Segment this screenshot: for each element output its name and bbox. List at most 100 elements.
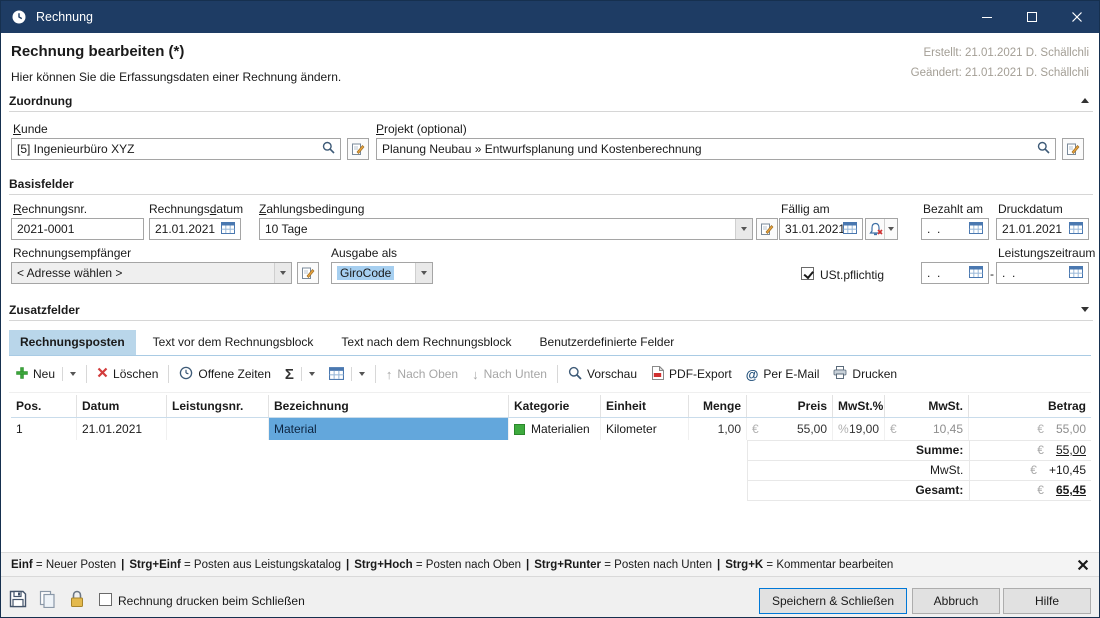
items-toolbar: Neu Löschen Offene Zeiten Σ ↑ Nach Oben (9, 357, 1091, 391)
cell-betrag[interactable]: € 55,00 (969, 418, 1091, 440)
drucken-button[interactable]: Drucken (826, 361, 904, 387)
tab-rechnungsposten[interactable]: Rechnungsposten (9, 330, 136, 355)
projekt-edit-button[interactable] (1062, 138, 1084, 160)
col-header-mwst[interactable]: MwSt. (885, 395, 969, 417)
ausgabe-als-dropdown-icon[interactable] (415, 263, 432, 283)
rechnungsnr-input[interactable]: 2021-0001 (11, 218, 144, 240)
faellig-am-label: Fällig am (781, 202, 830, 216)
preview-icon (568, 366, 582, 383)
cell-mwst[interactable]: € 10,45 (885, 418, 969, 440)
kunde-input[interactable]: [5] Ingenieurbüro XYZ (11, 138, 341, 160)
vorschau-button[interactable]: Vorschau (561, 361, 644, 387)
pdf-export-button[interactable]: PDF-Export (644, 361, 739, 387)
erinnerung-dropdown-icon[interactable] (884, 219, 897, 239)
druckdatum-calendar-icon[interactable] (1069, 221, 1083, 237)
cell-mwst-pct[interactable]: % 19,00 (833, 418, 885, 440)
page-title: Rechnung bearbeiten (*) (11, 43, 184, 60)
ausgabe-als-select[interactable]: GiroCode (331, 262, 433, 284)
faellig-am-calendar-icon[interactable] (843, 221, 857, 237)
section-title-zuordnung: Zuordnung (9, 94, 72, 108)
col-header-mwst-pct[interactable]: MwSt.% (833, 395, 885, 417)
help-button[interactable]: Hilfe (1003, 588, 1091, 614)
cell-bezeichnung-selected[interactable]: Material (269, 418, 509, 440)
leistungszeitraum-bis-calendar-icon[interactable] (1069, 265, 1083, 281)
kalender-dropdown-icon[interactable] (359, 372, 365, 376)
gesamt-label: Gesamt: (748, 481, 969, 500)
tab-text-nach-rechnungsblock[interactable]: Text nach dem Rechnungsblock (330, 330, 522, 355)
statusbar-close-icon[interactable] (1077, 559, 1089, 571)
collapse-zuordnung-icon[interactable] (1081, 98, 1089, 103)
per-email-button[interactable]: @ Per E-Mail (739, 361, 827, 387)
titlebar: Rechnung (1, 1, 1099, 33)
at-icon: @ (746, 367, 759, 382)
col-header-menge[interactable]: Menge (689, 395, 747, 417)
ust-pflichtig-checkbox[interactable] (801, 267, 814, 280)
tab-underline (9, 355, 1091, 356)
col-header-leistungsnr[interactable]: Leistungsnr. (167, 395, 269, 417)
offene-zeiten-button[interactable]: Offene Zeiten (172, 361, 278, 387)
faellig-am-input[interactable]: 31.01.2021 (779, 218, 863, 240)
cell-menge[interactable]: 1,00 (689, 418, 747, 440)
zahlungsbedingung-edit-button[interactable] (756, 218, 778, 240)
rechnungsdatum-label: Rechnungsdatum (149, 202, 243, 216)
neu-button[interactable]: Neu (9, 361, 83, 387)
projekt-search-icon[interactable] (1037, 141, 1050, 157)
rechnungsdatum-input[interactable]: 21.01.2021 (149, 218, 241, 240)
shortcut-hint: Strg+Einf = Posten aus Leistungskatalog (129, 559, 341, 571)
neu-dropdown-icon[interactable] (70, 372, 76, 376)
nach-unten-button[interactable]: ↓ Nach Unten (465, 361, 554, 387)
col-header-betrag[interactable]: Betrag (969, 395, 1091, 417)
print-on-close-label: Rechnung drucken beim Schließen (118, 594, 305, 608)
zahlungsbedingung-dropdown-icon[interactable] (735, 219, 752, 239)
summen-button[interactable]: Σ (278, 361, 322, 387)
rechnungsempfaenger-select[interactable]: < Adresse wählen > (11, 262, 292, 284)
col-header-kategorie[interactable]: Kategorie (509, 395, 601, 417)
lock-icon[interactable] (69, 590, 85, 608)
cell-einheit[interactable]: Kilometer (601, 418, 689, 440)
kunde-edit-button[interactable] (347, 138, 369, 160)
col-header-preis[interactable]: Preis (747, 395, 833, 417)
cell-leistungsnr[interactable] (167, 418, 269, 440)
col-header-bezeichnung[interactable]: Bezeichnung (269, 395, 509, 417)
kunde-search-icon[interactable] (322, 141, 335, 157)
col-header-einheit[interactable]: Einheit (601, 395, 689, 417)
bezahlt-am-input[interactable]: . . (921, 218, 989, 240)
loeschen-button[interactable]: Löschen (90, 361, 165, 387)
rechnungsempfaenger-edit-button[interactable] (297, 262, 319, 284)
rechnungsdatum-calendar-icon[interactable] (221, 221, 235, 237)
tab-benutzerdefinierte-felder[interactable]: Benutzerdefinierte Felder (529, 330, 686, 355)
leistungszeitraum-von-calendar-icon[interactable] (969, 265, 983, 281)
cell-preis[interactable]: € 55,00 (747, 418, 833, 440)
summen-dropdown-icon[interactable] (309, 372, 315, 376)
tab-text-vor-rechnungsblock[interactable]: Text vor dem Rechnungsblock (142, 330, 325, 355)
druckdatum-input[interactable]: 21.01.2021 (996, 218, 1089, 240)
zahlungsbedingung-select[interactable]: 10 Tage (259, 218, 753, 240)
shortcut-hint: Einf = Neuer Posten (11, 559, 116, 571)
leistungszeitraum-bis-input[interactable]: . . (996, 262, 1089, 284)
pdf-icon (651, 366, 664, 383)
leistungszeitraum-von-input[interactable]: . . (921, 262, 989, 284)
cell-datum[interactable]: 21.01.2021 (77, 418, 167, 440)
projekt-input[interactable]: Planung Neubau » Entwurfsplanung und Kos… (376, 138, 1056, 160)
delete-x-icon (97, 367, 108, 381)
nach-oben-button[interactable]: ↑ Nach Oben (379, 361, 465, 387)
cancel-button[interactable]: Abbruch (912, 588, 1000, 614)
kalender-button[interactable] (322, 361, 372, 387)
print-on-close-checkbox[interactable] (99, 593, 112, 606)
invoice-item-row[interactable]: 1 21.01.2021 Material Materialien Kilome… (11, 418, 1091, 440)
cell-kategorie[interactable]: Materialien (509, 418, 601, 440)
cell-pos[interactable]: 1 (11, 418, 77, 440)
save-close-button[interactable]: Speichern & Schließen (759, 588, 907, 614)
bezahlt-am-calendar-icon[interactable] (969, 221, 983, 237)
col-header-datum[interactable]: Datum (77, 395, 167, 417)
rechnungsempfaenger-dropdown-icon[interactable] (274, 263, 291, 283)
maximize-button[interactable] (1009, 1, 1054, 33)
summe-label: Summe: (748, 441, 969, 460)
erinnerung-button[interactable] (865, 218, 898, 240)
close-button[interactable] (1054, 1, 1099, 33)
minimize-button[interactable] (964, 1, 1009, 33)
copy-icon[interactable] (39, 590, 56, 608)
save-icon[interactable] (9, 590, 27, 608)
collapse-zusatzfelder-icon[interactable] (1081, 307, 1089, 312)
col-header-pos[interactable]: Pos. (11, 395, 77, 417)
